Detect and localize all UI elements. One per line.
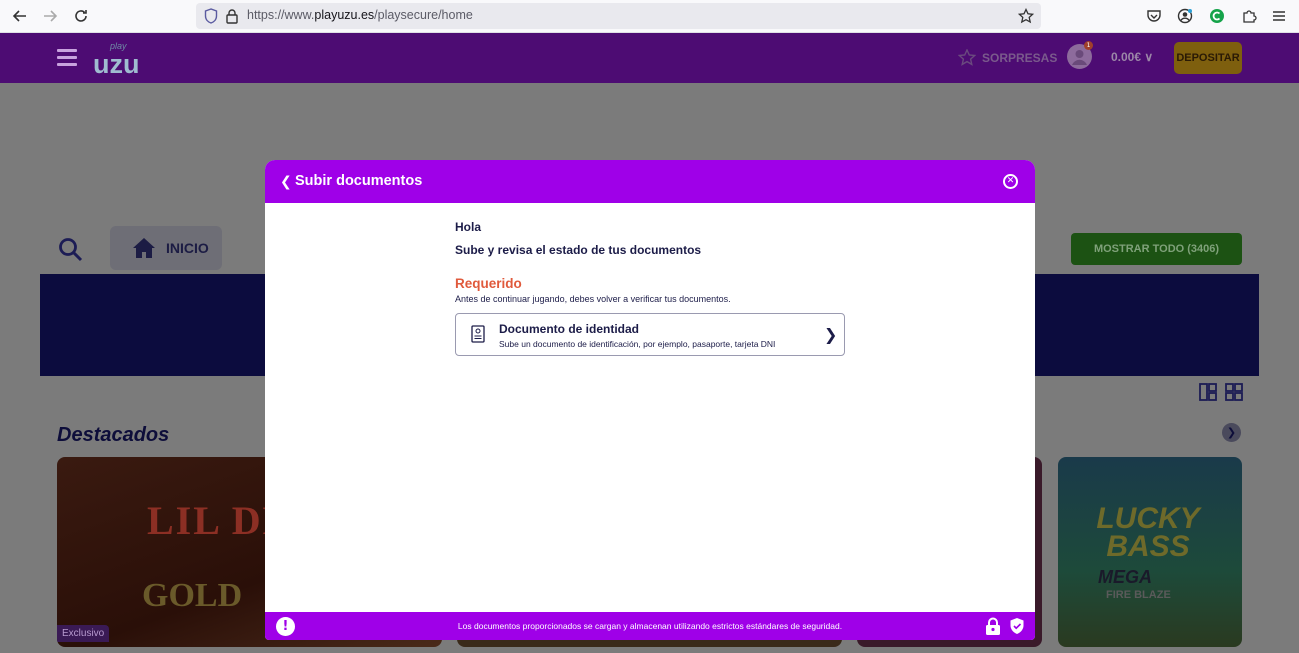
forward-arrow-icon[interactable]	[39, 5, 61, 27]
account-icon[interactable]	[1176, 7, 1194, 25]
url-text: https://www.playuzu.es/playsecure/home	[247, 8, 473, 22]
back-arrow-icon[interactable]	[9, 5, 31, 27]
upload-documents-modal: ❮ Subir documentos ✕ Hola Sube y revisa …	[265, 160, 1035, 640]
modal-title: Subir documentos	[295, 173, 423, 189]
star-icon	[958, 49, 976, 66]
close-icon[interactable]: ✕	[1003, 174, 1018, 189]
identity-document-card[interactable]: Documento de identidad Sube un documento…	[455, 313, 845, 356]
sorpresas-label: SORPRESAS	[982, 51, 1058, 65]
required-heading: Requerido	[455, 276, 522, 291]
site-header: play uzu SORPRESAS 1 0.00€ ∨ DEPOSITAR	[0, 33, 1299, 83]
svg-text:uzu: uzu	[93, 49, 140, 78]
lock-icon[interactable]	[223, 7, 241, 25]
url-bar[interactable]: https://www.playuzu.es/playsecure/home	[196, 3, 1041, 29]
game-subtitle: MEGA	[1098, 567, 1152, 587]
menu-icon[interactable]	[1270, 7, 1288, 25]
deposit-button[interactable]: DEPOSITAR	[1174, 42, 1242, 74]
modal-footer: ! Los documentos proporcionados se carga…	[265, 612, 1035, 640]
modal-subtitle: Sube y revisa el estado de tus documento…	[455, 243, 702, 257]
game-title: LUCKY BASS	[1096, 502, 1200, 563]
chevron-down-icon: ∨	[1144, 50, 1154, 64]
section-title: Destacados	[57, 424, 170, 446]
padlock-icon	[985, 617, 1001, 639]
balance-value: 0.00€	[1111, 50, 1142, 64]
show-all-button[interactable]: MOSTRAR TODO (3406)	[1071, 233, 1242, 265]
game-card[interactable]: LUCKY BASS MEGA FIRE BLAZE	[1058, 457, 1242, 647]
shield-icon[interactable]	[202, 7, 220, 25]
inicio-tab[interactable]: INICIO	[110, 226, 222, 270]
greeting: Hola	[455, 220, 482, 234]
hamburger-menu-icon[interactable]	[57, 49, 77, 66]
pocket-icon[interactable]	[1145, 7, 1163, 25]
exclusive-badge: Exclusivo	[57, 625, 110, 642]
playuzu-logo[interactable]: play uzu	[92, 38, 144, 79]
game-subtitle-2: FIRE BLAZE	[1106, 589, 1171, 601]
inicio-label: INICIO	[166, 240, 209, 256]
notification-badge: 1	[1084, 41, 1093, 50]
modal-header: ❮ Subir documentos ✕	[265, 160, 1035, 203]
shield-check-icon	[1009, 617, 1025, 639]
extension-green-icon[interactable]	[1208, 7, 1226, 25]
reload-icon[interactable]	[70, 5, 92, 27]
bookmark-star-icon[interactable]	[1017, 7, 1035, 25]
chevron-right-icon: ❯	[824, 325, 838, 344]
document-icon	[471, 325, 485, 347]
view-toggle	[1199, 383, 1243, 401]
browser-toolbar: https://www.playuzu.es/playsecure/home	[0, 0, 1299, 33]
extensions-puzzle-icon[interactable]	[1240, 7, 1258, 25]
sorpresas-button[interactable]: SORPRESAS	[958, 49, 1057, 67]
security-notice: Los documentos proporcionados se cargan …	[457, 621, 843, 631]
document-title: Documento de identidad	[499, 322, 640, 336]
document-description: Sube un documento de identificación, por…	[499, 339, 776, 349]
back-chevron-icon[interactable]: ❮	[280, 174, 292, 190]
balance-dropdown[interactable]: 0.00€ ∨	[1111, 50, 1153, 64]
required-note: Antes de continuar jugando, debes volver…	[455, 294, 731, 304]
search-icon[interactable]	[58, 237, 84, 267]
carousel-next-icon[interactable]: ❯	[1222, 423, 1241, 442]
home-icon	[133, 238, 155, 258]
grid-view-icon[interactable]	[1225, 383, 1243, 401]
game-subtitle: GOLD	[142, 577, 243, 614]
list-view-icon[interactable]	[1199, 383, 1217, 401]
